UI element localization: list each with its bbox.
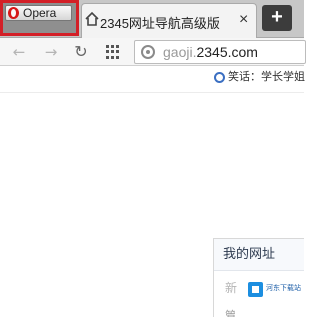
watermark: 河东下载站: [248, 279, 304, 299]
address-url: gaoji.2345.com: [163, 44, 258, 60]
site-info-icon[interactable]: [141, 45, 155, 59]
close-tab-icon[interactable]: ×: [239, 12, 248, 28]
news-headline-link[interactable]: 笑话：学长学姐: [228, 70, 305, 84]
panel-title: 我的网址: [223, 247, 276, 262]
highlight-box: [0, 0, 79, 36]
my-sites-panel: 我的网址 新 管 河东下载站: [213, 238, 304, 317]
tab-2345[interactable]: 2345网址导航高级版 ×: [81, 3, 257, 38]
tab-title: 2345网址导航高级版: [100, 16, 220, 31]
home-icon: [85, 11, 99, 26]
tab-bar: Opera 2345网址导航高级版 × +: [0, 0, 304, 38]
url-domain: 2345.com: [196, 44, 258, 60]
forward-arrow-icon[interactable]: →: [42, 43, 60, 61]
panel-header: 我的网址: [214, 239, 304, 271]
url-subdomain: gaoji.: [163, 44, 197, 60]
speed-dial-grid-icon[interactable]: [106, 45, 120, 59]
watermark-text: 河东下载站: [266, 284, 301, 292]
back-arrow-icon[interactable]: ←: [10, 43, 28, 61]
new-tab-button[interactable]: +: [262, 5, 292, 31]
address-bar[interactable]: gaoji.2345.com: [134, 40, 306, 64]
watermark-logo-icon: [248, 282, 263, 297]
panel-item-manage[interactable]: 管: [225, 309, 235, 317]
news-strip: 笑话：学长学姐: [0, 67, 305, 93]
panel-item-new[interactable]: 新: [225, 281, 237, 295]
navigation-toolbar: ← → ↻ gaoji.2345.com: [0, 38, 306, 66]
reload-icon[interactable]: ↻: [72, 43, 90, 61]
news-indicator-icon: [214, 72, 225, 83]
